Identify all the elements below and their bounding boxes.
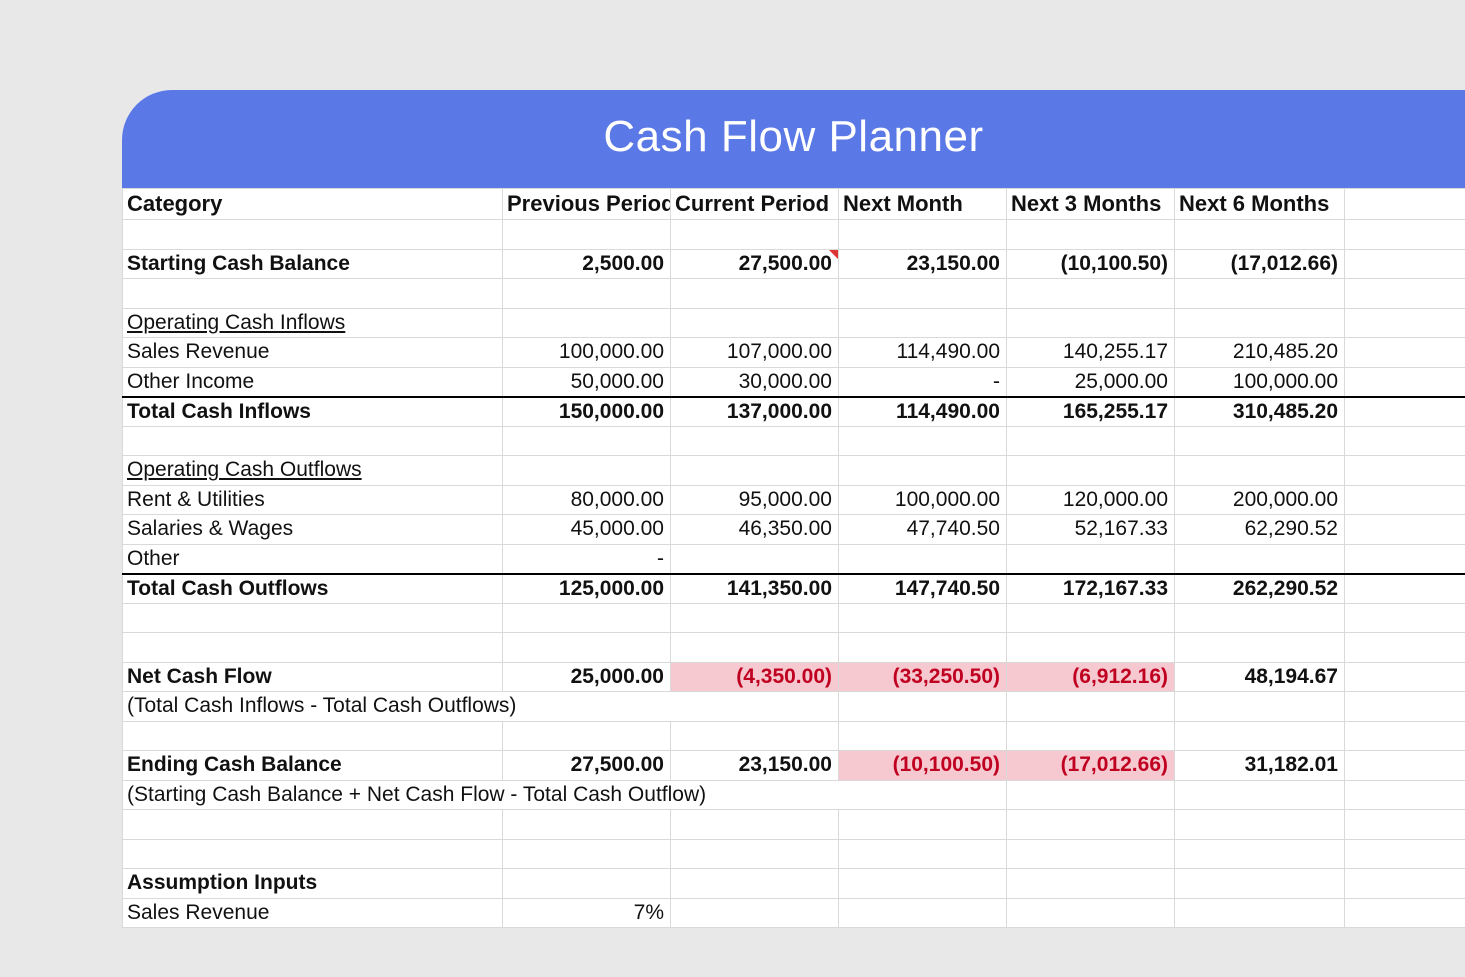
row-net-formula: (Total Cash Inflows - Total Cash Outflow… [123, 692, 1465, 722]
row-salaries: Salaries & Wages 45,000.00 46,350.00 47,… [123, 515, 1465, 545]
cell[interactable]: 27,500.00 [503, 751, 671, 781]
cell-negative[interactable]: (6,912.16) [1007, 662, 1175, 692]
cell[interactable]: 120,000.00 [1007, 485, 1175, 515]
cell[interactable]: 150,000.00 [503, 397, 671, 427]
cell[interactable] [1007, 544, 1175, 574]
table-header-row: Category Previous Period Current Period … [123, 189, 1465, 220]
row-other-income: Other Income 50,000.00 30,000.00 - 25,00… [123, 367, 1465, 397]
label[interactable]: Net Cash Flow [123, 662, 503, 692]
cell[interactable]: 46,350.00 [671, 515, 839, 545]
cell[interactable]: 137,000.00 [671, 397, 839, 427]
cell[interactable]: 47,740.50 [839, 515, 1007, 545]
cell-negative[interactable]: (17,012.66) [1007, 751, 1175, 781]
cell[interactable]: 125,000.00 [503, 574, 671, 604]
cell[interactable]: 100,000.00 [1175, 367, 1345, 397]
cell[interactable]: 31,182.01 [1175, 751, 1345, 781]
cell[interactable]: 62,290.52 [1175, 515, 1345, 545]
cell[interactable]: 7% [503, 898, 671, 928]
cell[interactable] [839, 544, 1007, 574]
cell[interactable] [1175, 544, 1345, 574]
formula-text: (Total Cash Inflows - Total Cash Outflow… [123, 692, 671, 722]
cell[interactable]: 52,167.33 [1007, 515, 1175, 545]
cell-negative[interactable]: (10,100.50) [839, 751, 1007, 781]
label[interactable]: Other [123, 544, 503, 574]
cell[interactable]: 165,255.17 [1007, 397, 1175, 427]
cell[interactable]: 50,000.00 [503, 367, 671, 397]
row-assumption-sales: Sales Revenue 7% [123, 898, 1465, 928]
row-sales: Sales Revenue 100,000.00 107,000.00 114,… [123, 338, 1465, 368]
label[interactable]: Ending Cash Balance [123, 751, 503, 781]
col-next-month[interactable]: Next Month [839, 189, 1007, 220]
cell[interactable] [671, 544, 839, 574]
cell[interactable]: 114,490.00 [839, 397, 1007, 427]
cell-negative[interactable]: (4,350.00) [671, 662, 839, 692]
row-other-outflow: Other - [123, 544, 1465, 574]
cell[interactable]: 310,485.20 [1175, 397, 1345, 427]
col-prev[interactable]: Previous Period [503, 189, 671, 220]
cell[interactable]: 25,000.00 [503, 662, 671, 692]
label[interactable]: Other Income [123, 367, 503, 397]
cell[interactable]: 262,290.52 [1175, 574, 1345, 604]
label[interactable]: Total Cash Outflows [123, 574, 503, 604]
label[interactable]: Rent & Utilities [123, 485, 503, 515]
page-background: Cash Flow Planner Category Previous Peri… [0, 0, 1465, 977]
cell[interactable]: 25,000.00 [1007, 367, 1175, 397]
cashflow-table: Category Previous Period Current Period … [122, 188, 1465, 928]
col-category[interactable]: Category [123, 189, 503, 220]
cell[interactable]: 23,150.00 [671, 751, 839, 781]
row-assumption-header: Assumption Inputs [123, 869, 1465, 899]
label[interactable]: Sales Revenue [123, 898, 503, 928]
row-outflows-header: Operating Cash Outflows [123, 456, 1465, 486]
cell[interactable]: 48,194.67 [1175, 662, 1345, 692]
cell[interactable]: 141,350.00 [671, 574, 839, 604]
page-title: Cash Flow Planner [122, 90, 1465, 188]
cell[interactable]: 80,000.00 [503, 485, 671, 515]
row-net-cash-flow: Net Cash Flow 25,000.00 (4,350.00) (33,2… [123, 662, 1465, 692]
cell[interactable]: 2,500.00 [503, 249, 671, 279]
cell[interactable]: - [839, 367, 1007, 397]
row-ending-balance: Ending Cash Balance 27,500.00 23,150.00 … [123, 751, 1465, 781]
cell[interactable]: 210,485.20 [1175, 338, 1345, 368]
row-total-outflows: Total Cash Outflows 125,000.00 141,350.0… [123, 574, 1465, 604]
col-extra[interactable] [1345, 189, 1465, 220]
cell-negative[interactable]: (33,250.50) [839, 662, 1007, 692]
row-rent: Rent & Utilities 80,000.00 95,000.00 100… [123, 485, 1465, 515]
cell[interactable]: 114,490.00 [839, 338, 1007, 368]
section-inflows[interactable]: Operating Cash Inflows [123, 308, 503, 338]
row-total-inflows: Total Cash Inflows 150,000.00 137,000.00… [123, 397, 1465, 427]
spreadsheet-card: Cash Flow Planner Category Previous Peri… [122, 90, 1465, 928]
col-next-6[interactable]: Next 6 Months [1175, 189, 1345, 220]
cell[interactable]: - [503, 544, 671, 574]
cell[interactable]: 23,150.00 [839, 249, 1007, 279]
label[interactable]: Salaries & Wages [123, 515, 503, 545]
row-starting-balance: Starting Cash Balance 2,500.00 27,500.00… [123, 249, 1465, 279]
cell[interactable]: 107,000.00 [671, 338, 839, 368]
label[interactable]: Sales Revenue [123, 338, 503, 368]
cell[interactable]: 200,000.00 [1175, 485, 1345, 515]
cell[interactable]: 100,000.00 [503, 338, 671, 368]
cell[interactable]: 147,740.50 [839, 574, 1007, 604]
cell[interactable]: 30,000.00 [671, 367, 839, 397]
label[interactable]: Total Cash Inflows [123, 397, 503, 427]
cell-with-comment[interactable]: 27,500.00 [671, 249, 839, 279]
cell[interactable]: 140,255.17 [1007, 338, 1175, 368]
cell[interactable]: 172,167.33 [1007, 574, 1175, 604]
cell[interactable]: (10,100.50) [1007, 249, 1175, 279]
cell[interactable]: 45,000.00 [503, 515, 671, 545]
row-inflows-header: Operating Cash Inflows [123, 308, 1465, 338]
row-ending-formula: (Starting Cash Balance + Net Cash Flow -… [123, 780, 1465, 810]
formula-text: (Starting Cash Balance + Net Cash Flow -… [123, 780, 839, 810]
label-starting[interactable]: Starting Cash Balance [123, 249, 503, 279]
cell[interactable]: (17,012.66) [1175, 249, 1345, 279]
col-next-3[interactable]: Next 3 Months [1007, 189, 1175, 220]
col-current[interactable]: Current Period [671, 189, 839, 220]
cell[interactable]: 100,000.00 [839, 485, 1007, 515]
cell[interactable]: 95,000.00 [671, 485, 839, 515]
section-assumptions[interactable]: Assumption Inputs [123, 869, 503, 899]
section-outflows[interactable]: Operating Cash Outflows [123, 456, 503, 486]
